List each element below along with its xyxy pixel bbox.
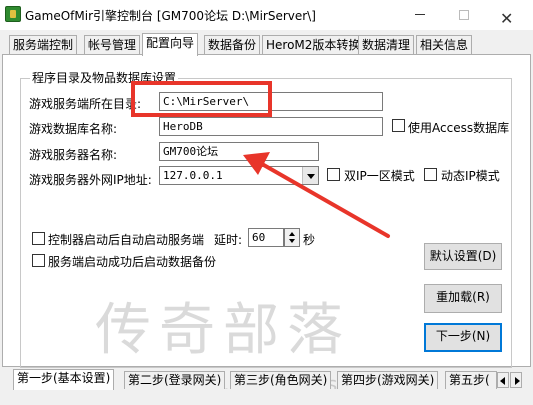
dynamic-ip-label: 动态IP模式 — [441, 169, 500, 183]
tab-scroll-right-button[interactable] — [510, 372, 522, 388]
delay-input[interactable]: 60 — [248, 228, 284, 247]
use-access-checkbox[interactable] — [392, 119, 405, 132]
tab-config-wizard[interactable]: 配置向导 — [142, 33, 199, 56]
title-bar: GameOfMir引擎控制台 [GM700论坛 D:\MirServer\] ✕ — [0, 0, 533, 30]
dual-ip-label: 双IP一区模式 — [344, 169, 415, 183]
chevron-right-icon — [515, 377, 520, 385]
step-tab-fifth[interactable]: 第五步( — [445, 371, 497, 389]
dual-ip-checkbox[interactable] — [327, 168, 340, 181]
reload-button[interactable]: 重加载(R) — [424, 284, 502, 313]
minimize-icon — [415, 14, 425, 15]
delay-spinner[interactable] — [284, 228, 300, 247]
maximize-button[interactable] — [442, 0, 486, 30]
db-name-label: 游戏数据库名称: — [29, 122, 118, 136]
bottom-strip — [0, 389, 533, 405]
dynamic-ip-checkbox[interactable] — [424, 168, 437, 181]
delay-label: 延时: — [214, 233, 243, 247]
close-icon: ✕ — [500, 9, 514, 28]
auto-backup-label: 服务端启动成功后启动数据备份 — [48, 255, 217, 269]
app-icon — [5, 6, 21, 22]
step-tab-game-gateway[interactable]: 第四步(游戏网关) — [337, 371, 439, 389]
step-tab-login-gateway[interactable]: 第二步(登录网关) — [124, 371, 226, 389]
tab-account-management[interactable]: 帐号管理 — [84, 35, 141, 55]
step-tab-basic-settings[interactable]: 第一步(基本设置) — [13, 369, 115, 390]
tab-herom2-conversion[interactable]: HeroM2版本转换 — [262, 35, 365, 55]
server-dir-label: 游戏服务端所在目录: — [29, 97, 142, 111]
spin-up-icon[interactable] — [289, 232, 295, 236]
server-dir-input[interactable]: C:\MirServer\ — [159, 92, 383, 111]
chevron-down-icon[interactable] — [302, 167, 318, 184]
server-name-label: 游戏服务器名称: — [29, 148, 118, 162]
ip-combobox[interactable]: 127.0.0.1 — [159, 166, 319, 185]
db-name-input[interactable]: HeroDB — [159, 117, 383, 136]
ip-value: 127.0.0.1 — [163, 169, 223, 182]
maximize-icon — [459, 10, 469, 20]
ip-label: 游戏服务器外网IP地址: — [29, 173, 152, 187]
auto-backup-checkbox[interactable] — [32, 254, 45, 267]
groupbox-title: 程序目录及物品数据库设置 — [30, 69, 179, 86]
auto-start-label: 控制器启动后自动启动服务端 — [48, 233, 205, 247]
spin-down-icon[interactable] — [289, 239, 295, 243]
use-access-label: 使用Access数据库 — [408, 121, 510, 135]
chevron-left-icon — [500, 377, 505, 385]
server-name-input[interactable]: GM700论坛 — [159, 142, 319, 161]
tab-data-backup[interactable]: 数据备份 — [204, 35, 261, 55]
step-tab-character-gateway[interactable]: 第三步(角色网关) — [230, 371, 332, 389]
tab-related-info[interactable]: 相关信息 — [416, 35, 473, 55]
main-tab-strip: 服务端控制 帐号管理 配置向导 数据备份 HeroM2版本转换 数据清理 相关信… — [0, 33, 533, 56]
tab-server-control[interactable]: 服务端控制 — [9, 35, 78, 55]
window-title: GameOfMir引擎控制台 [GM700论坛 D:\MirServer\] — [25, 9, 316, 23]
next-button[interactable]: 下一步(N) — [424, 323, 502, 352]
minimize-button[interactable] — [398, 0, 442, 30]
auto-start-checkbox[interactable] — [32, 232, 45, 245]
close-button[interactable]: ✕ — [486, 0, 530, 30]
tab-scroll-left-button[interactable] — [497, 372, 509, 388]
seconds-label: 秒 — [303, 233, 316, 247]
default-settings-button[interactable]: 默认设置(D) — [424, 243, 502, 270]
tab-data-cleanup[interactable]: 数据清理 — [358, 35, 415, 55]
